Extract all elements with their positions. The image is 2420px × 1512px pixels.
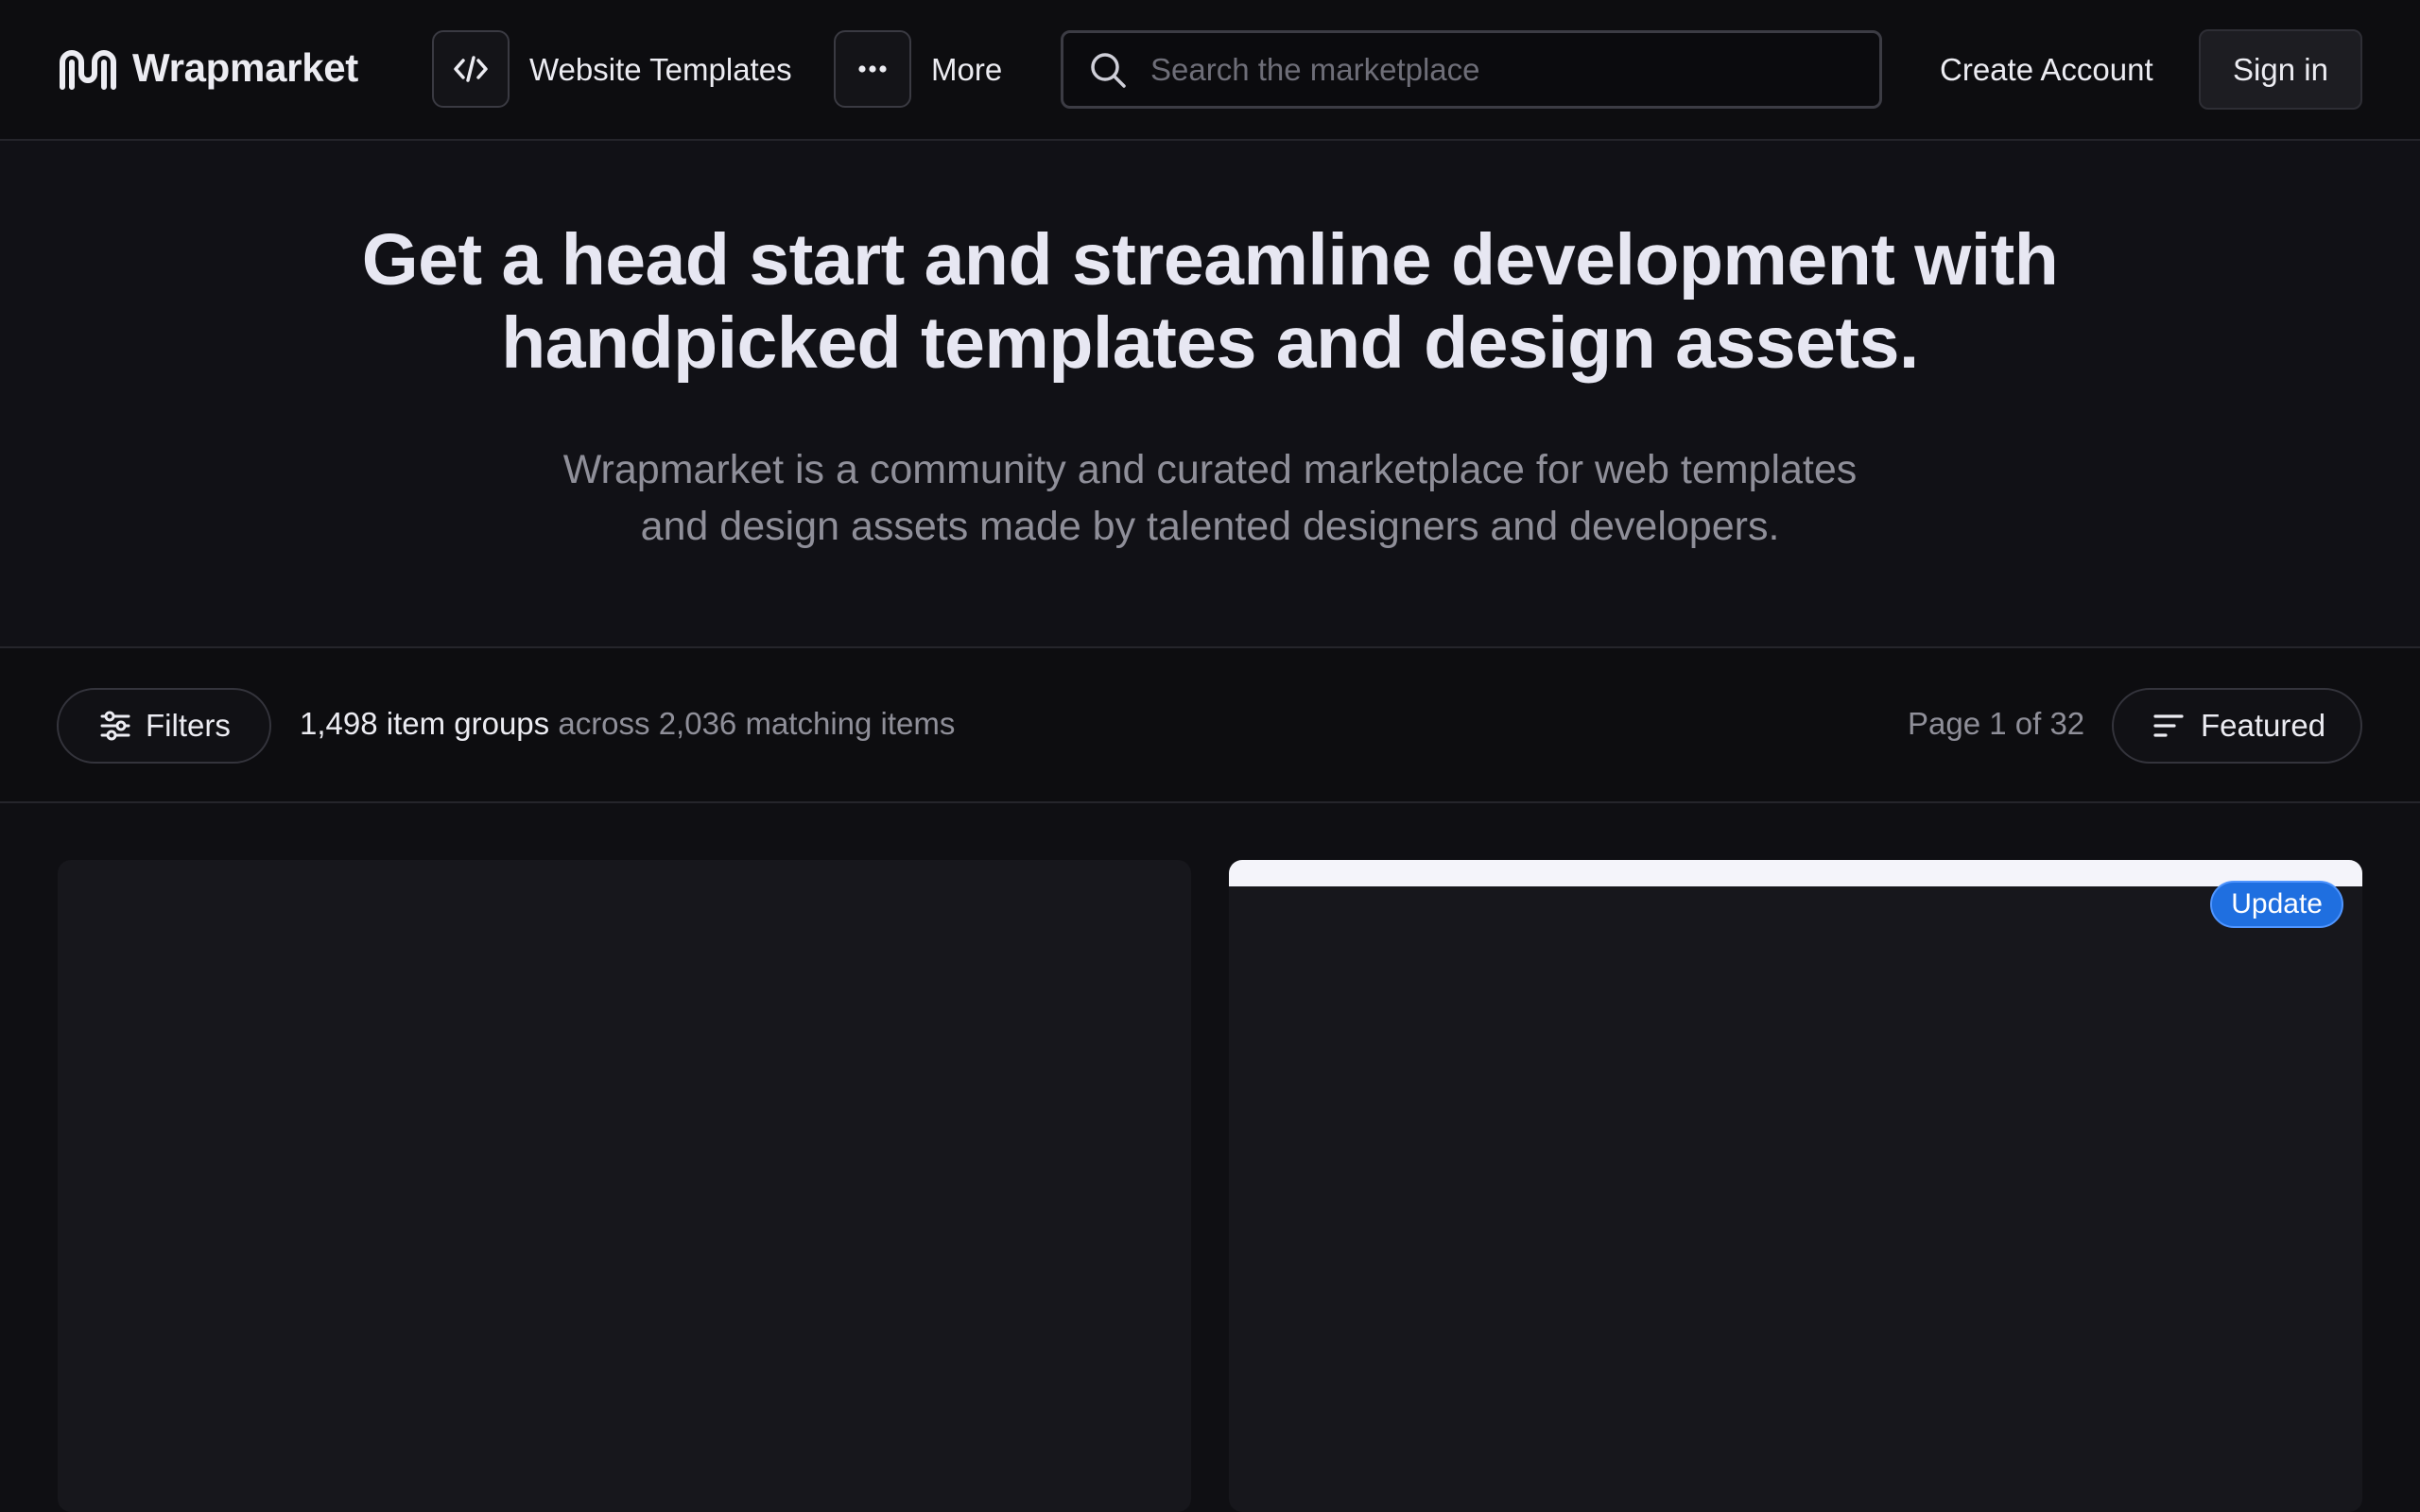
sign-in-button[interactable]: Sign in (2199, 29, 2362, 110)
search-input[interactable] (1149, 50, 1867, 89)
search-icon (1091, 52, 1126, 88)
hero-title-line-2: handpicked templates and design assets. (501, 302, 1919, 384)
hero-subtitle-line-1: Wrapmarket is a community and curated ma… (562, 447, 1858, 492)
nav-more[interactable]: More (931, 51, 1002, 89)
sort-icon (2153, 714, 2184, 737)
create-account-link[interactable]: Create Account (1940, 51, 2153, 89)
brand-logo[interactable]: Wrapmarket (57, 42, 358, 94)
code-icon (454, 56, 488, 82)
filters-label: Filters (146, 708, 231, 743)
hero-section: Get a head start and streamline developm… (0, 141, 2420, 648)
top-nav-bar: Wrapmarket Website Templates More Create… (0, 0, 2420, 141)
brand-name: Wrapmarket (132, 45, 358, 90)
more-dots-icon (858, 65, 887, 73)
hero-title: Get a head start and streamline developm… (217, 218, 2203, 385)
filters-button[interactable]: Filters (57, 688, 271, 764)
card-preview-image (1229, 860, 2362, 886)
sort-dropdown[interactable]: Featured (2112, 688, 2362, 764)
nav-website-templates[interactable]: Website Templates (529, 51, 792, 89)
template-card-1[interactable] (58, 860, 1191, 1512)
template-card-2[interactable]: Update (1229, 860, 2362, 1512)
matching-items-count: across 2,036 matching items (558, 706, 956, 741)
item-groups-count: 1,498 item groups (300, 706, 550, 741)
page-indicator: Page 1 of 32 (1908, 706, 2085, 741)
hero-subtitle: Wrapmarket is a community and curated ma… (406, 441, 2014, 555)
hero-subtitle-line-2: and design assets made by talented desig… (640, 504, 1780, 549)
update-badge: Update (2210, 881, 2343, 928)
wrapmarket-logo-icon (60, 50, 116, 90)
search-bar[interactable] (1061, 30, 1882, 109)
sliders-icon (100, 711, 130, 741)
more-menu-button[interactable] (834, 30, 911, 108)
website-templates-button[interactable] (432, 30, 510, 108)
sort-label: Featured (2201, 708, 2326, 743)
results-toolbar: Filters 1,498 item groups across 2,036 m… (0, 648, 2420, 803)
results-summary: 1,498 item groups across 2,036 matching … (300, 705, 955, 743)
hero-title-line-1: Get a head start and streamline developm… (361, 219, 2059, 301)
